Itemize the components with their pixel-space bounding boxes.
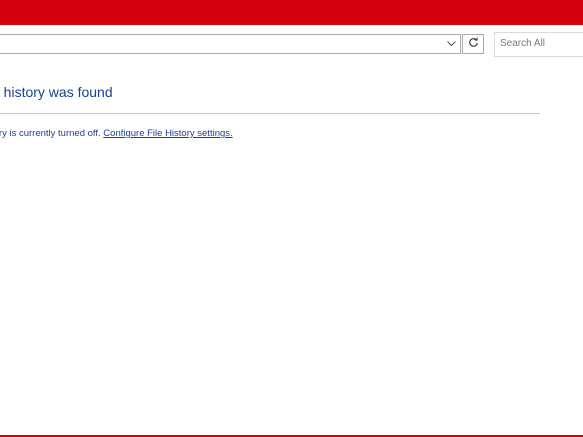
status-text: tory is currently turned off. (0, 128, 104, 139)
title-bar[interactable] (0, 0, 583, 25)
refresh-button[interactable] (462, 34, 484, 54)
page-title: e history was found (0, 84, 113, 100)
refresh-icon (468, 35, 479, 53)
status-message: tory is currently turned off. Configure … (0, 128, 233, 139)
chevron-down-icon[interactable] (446, 38, 456, 50)
file-history-window: Search All e history was found tory is c… (0, 0, 583, 437)
divider (0, 113, 540, 114)
search-placeholder: Search All (500, 38, 546, 49)
address-bar[interactable] (0, 34, 461, 54)
search-input[interactable]: Search All (494, 32, 583, 57)
configure-file-history-link[interactable]: Configure File History settings. (103, 128, 232, 139)
